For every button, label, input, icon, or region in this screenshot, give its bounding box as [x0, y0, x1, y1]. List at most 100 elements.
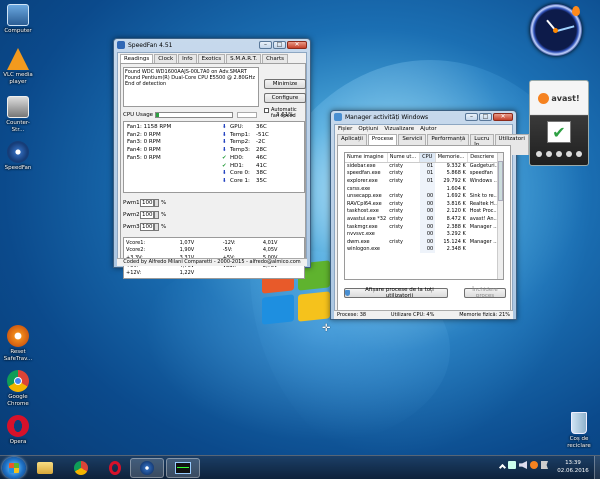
pwm3-field[interactable]: 100: [140, 223, 154, 231]
temp-reading: ✔ HD0: 46C: [222, 154, 267, 161]
task-manager-statusbar: Procese: 38 Utilizare CPU: 4% Memorie fi…: [334, 310, 513, 319]
chrome-icon: [74, 461, 88, 475]
tab-smart[interactable]: S.M.A.R.T.: [226, 54, 262, 63]
detection-log[interactable]: Found WDC WD1600AAJS-00L7A0 on Adv.SMART…: [123, 67, 259, 107]
network-icon[interactable]: [508, 461, 516, 469]
speedfan-window[interactable]: SpeedFan 4.51 – □ ✕ Readings Clock Info …: [113, 38, 311, 279]
table-row[interactable]: taskhost.exe cristy 00 2.120 K Host Proc...: [345, 207, 503, 216]
desktop-icon-counter-strike[interactable]: Counter-Str...: [0, 96, 36, 134]
menu-item-help[interactable]: Ajutor: [420, 126, 437, 132]
avast-tray-icon[interactable]: [530, 461, 538, 469]
log-line: End of detection: [125, 81, 167, 87]
windows-logo-icon: [9, 463, 19, 473]
table-row[interactable]: taskmgr.exe cristy 00 2.388 K Manager ...: [345, 222, 503, 231]
close-window-button[interactable]: ✕: [287, 41, 307, 49]
desktop-icon-opera[interactable]: Opera: [0, 415, 36, 446]
table-row[interactable]: avastui.exe *32 cristy 00 8.472 Kavast! An.…: [345, 215, 503, 223]
column-header[interactable]: CPU: [419, 153, 436, 163]
table-row[interactable]: winlogon.exe 00 2.348 K: [345, 245, 503, 254]
task-manager-menu: Fișier Opțiuni Vizualizare Ajutor: [335, 125, 512, 133]
pwm-controls: Pwm1: 100% Pwm2: 100% Pwm3: 100%: [123, 199, 167, 231]
table-row[interactable]: dwm.exe cristy 00 15.124 K Manager ...: [345, 237, 503, 246]
table-row[interactable]: speedfan.exe cristy 01 5.868 Kspeedfan: [345, 169, 503, 178]
minimize-button[interactable]: Minimize: [264, 79, 306, 89]
taskbar-explorer[interactable]: [28, 458, 62, 478]
menu-item-view[interactable]: Vizualizare: [384, 126, 414, 132]
system-tray: [498, 461, 548, 472]
tab-clock[interactable]: Clock: [154, 54, 178, 63]
tray-clock[interactable]: 13:39 02.06.2016: [556, 459, 590, 475]
end-process-button[interactable]: Închidere proces: [464, 287, 506, 299]
tray-time: 13:39: [565, 460, 581, 466]
pwm2-spinner[interactable]: [154, 211, 159, 219]
speedfan-footer: Coded by Alfredo Milani Comparetti - 200…: [117, 258, 307, 266]
tab-info[interactable]: Info: [178, 54, 197, 63]
minimize-window-button[interactable]: –: [259, 41, 272, 49]
column-header[interactable]: Memorie...: [435, 153, 469, 163]
table-row[interactable]: explorer.exe cristy 01 29.792 K Windows ...: [345, 177, 503, 185]
desktop-icon-reset-safetrav[interactable]: Reset SafeTrav...: [0, 325, 36, 363]
maximize-window-button[interactable]: □: [479, 113, 492, 121]
arrow-down-icon: ⬇: [222, 170, 227, 177]
table-row[interactable]: unsecapp.exe cristy 00 1.692 K Sink to re...: [345, 192, 503, 200]
flag-icon[interactable]: [541, 461, 548, 469]
table-header: Nume imagine Nume ut... CPU Memorie... Descr…: [345, 153, 503, 163]
volume-icon[interactable]: [519, 461, 527, 469]
desktop-icon-google-chrome[interactable]: Google Chrome: [0, 370, 36, 408]
desktop-icon-vlc[interactable]: VLC media player: [0, 48, 36, 86]
show-all-processes-button[interactable]: Afișare procese de la toți utilizatorii: [344, 287, 448, 299]
readings-panel: Fan1: 1158 RPM Fan2: 0 RPM Fan3: 0 RPM F…: [123, 121, 305, 193]
taskbar-opera[interactable]: [98, 458, 132, 478]
start-button[interactable]: [2, 457, 26, 479]
voltage-row: Vcore1: 1,07V -12V: 4,01V: [126, 239, 278, 246]
task-manager-window[interactable]: Manager activități Windows – □ ✕ Fișier …: [330, 110, 529, 320]
table-row[interactable]: csrss.exe 1.604 K: [345, 184, 503, 193]
table-row[interactable]: sidebar.exe cristy 01 9.332 K Gadgeturi...: [345, 162, 503, 170]
cpu-usage-bar: [155, 112, 233, 118]
minimize-window-button[interactable]: –: [465, 113, 478, 121]
close-window-button[interactable]: ✕: [493, 113, 513, 121]
menu-item-file[interactable]: Fișier: [338, 126, 352, 132]
avast-action-icons[interactable]: [536, 151, 582, 157]
maximize-window-button[interactable]: □: [273, 41, 286, 49]
temp-reading: ⬇ Temp3: 28C: [222, 147, 267, 154]
folder-icon: [37, 462, 53, 474]
pwm2-field[interactable]: 100: [140, 211, 154, 219]
computer-icon: [7, 4, 29, 26]
tab-charts[interactable]: Charts: [262, 54, 289, 63]
process-list-scrollbar[interactable]: [497, 153, 503, 279]
tab-readings[interactable]: Readings: [120, 54, 154, 63]
speedfan-app-icon: [117, 41, 125, 49]
table-row[interactable]: nvvsvc.exe 00 3.292 K: [345, 230, 503, 238]
desktop-icon-speedfan[interactable]: SpeedFan: [0, 141, 36, 172]
desktop-icon-recycle-bin[interactable]: Coș de reciclare: [561, 412, 597, 450]
taskbar-task-manager[interactable]: [166, 458, 200, 478]
column-header[interactable]: Nume imagine: [345, 153, 388, 163]
fan-reading: Fan1: 1158 RPM: [127, 124, 172, 130]
pwm1-spinner[interactable]: [154, 199, 159, 207]
pwm3-spinner[interactable]: [154, 223, 159, 231]
desktop-icon-computer[interactable]: Computer: [0, 4, 36, 35]
configure-button[interactable]: Configure: [264, 93, 306, 103]
mouse-cursor-icon: ✛: [322, 323, 331, 334]
process-list[interactable]: Nume imagine Nume ut... CPU Memorie... Descr…: [344, 152, 504, 280]
tray-expand-icon[interactable]: [498, 463, 507, 472]
table-row[interactable]: RAVCpl64.exe cristy 00 3.816 K Realtek H...: [345, 199, 503, 208]
voltage-row: +12V: 1,22V: [126, 270, 195, 277]
counter-strike-icon: [7, 96, 29, 118]
cpu-utilization: Utilizare CPU: 4%: [390, 312, 435, 318]
voltage-row: Vcore2: 1,90V -5V: 4,05V: [126, 247, 278, 254]
taskbar-chrome[interactable]: [64, 458, 98, 478]
cpu-usage-label: CPU Usage: [123, 112, 154, 118]
speedfan-titlebar[interactable]: SpeedFan 4.51 – □ ✕: [114, 39, 310, 51]
tab-exotics[interactable]: Exotics: [197, 54, 226, 63]
temp-reading: ⬇ GPU: 36C: [222, 124, 267, 130]
task-manager-titlebar[interactable]: Manager activități Windows – □ ✕: [331, 111, 516, 123]
avast-widget[interactable]: avast! ✔: [529, 80, 589, 166]
taskbar-speedfan[interactable]: [130, 458, 164, 478]
column-header[interactable]: Nume ut...: [387, 153, 421, 163]
show-desktop-button[interactable]: [594, 456, 600, 479]
temp-reading: ⬇ Temp2: -2C: [222, 139, 266, 146]
pwm1-field[interactable]: 100: [140, 199, 154, 207]
menu-item-options[interactable]: Opțiuni: [358, 126, 378, 132]
